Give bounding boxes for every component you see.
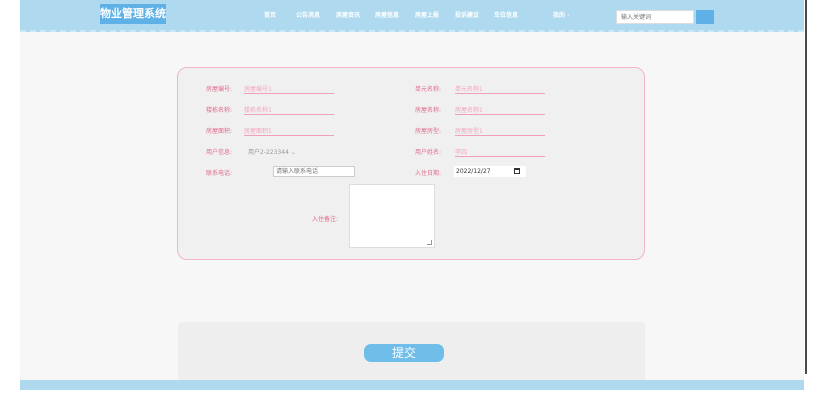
row-unit-name: 单元名称: 单元名称1 bbox=[415, 84, 545, 94]
top-nav: 物业管理系统 首页 公告消息 房屋资讯 房屋信息 房屋上报 投诉建议 车位信息 … bbox=[20, 0, 804, 32]
house-form-card: 房屋编号: 房屋编号1 单元名称: 单元名称1 楼栋名称: 楼栋名称1 房屋名称… bbox=[177, 67, 645, 260]
checkin-date-input[interactable]: 2022/12/27 bbox=[454, 166, 526, 177]
phone-label: 联系电话: bbox=[206, 170, 233, 177]
row-building: 楼栋名称: 楼栋名称1 bbox=[206, 105, 334, 115]
building-label: 楼栋名称: bbox=[206, 107, 233, 114]
row-phone: 联系电话: bbox=[206, 166, 355, 177]
user-name-label: 用户姓名: bbox=[415, 149, 442, 156]
submit-button[interactable]: 提交 bbox=[364, 344, 444, 362]
row-house-name: 房屋名称: 房屋名称1 bbox=[415, 105, 545, 115]
user-info-select[interactable]: 用户2-223344 ⌄ bbox=[248, 147, 318, 156]
nav-item-house-report[interactable]: 房屋上报 bbox=[415, 10, 439, 19]
resize-grip-icon[interactable] bbox=[427, 240, 432, 245]
brand-logo[interactable]: 物业管理系统 bbox=[100, 4, 166, 24]
search-button[interactable] bbox=[696, 10, 714, 24]
house-type-label: 房屋房型: bbox=[415, 128, 442, 135]
page-frame: 物业管理系统 首页 公告消息 房屋资讯 房屋信息 房屋上报 投诉建议 车位信息 … bbox=[20, 0, 804, 390]
phone-input[interactable] bbox=[273, 166, 355, 177]
calendar-icon[interactable] bbox=[514, 168, 520, 174]
house-type-field[interactable]: 房屋房型1 bbox=[455, 126, 545, 136]
row-user-info: 用户信息: 用户2-223344 ⌄ bbox=[206, 147, 296, 156]
unit-name-label: 单元名称: bbox=[415, 86, 442, 93]
scrollbar-thumb[interactable] bbox=[805, 0, 807, 374]
nav-item-my[interactable]: 我的 · bbox=[553, 10, 569, 19]
house-name-field[interactable]: 房屋名称1 bbox=[455, 105, 545, 115]
house-no-field[interactable]: 房屋编号1 bbox=[244, 84, 334, 94]
nav-item-house-news[interactable]: 房屋资讯 bbox=[336, 10, 360, 19]
nav-item-complaints[interactable]: 投诉建议 bbox=[455, 10, 479, 19]
unit-name-field[interactable]: 单元名称1 bbox=[455, 84, 545, 94]
area-label: 房屋面积: bbox=[206, 128, 233, 135]
scrollbar[interactable] bbox=[804, 0, 808, 380]
search-input[interactable] bbox=[616, 10, 694, 24]
user-info-label: 用户信息: bbox=[206, 149, 233, 156]
row-house-type: 房屋房型: 房屋房型1 bbox=[415, 126, 545, 136]
row-user-name: 用户姓名: 李四 bbox=[415, 147, 545, 157]
bottom-bar bbox=[20, 380, 804, 390]
nav-item-home[interactable]: 首页 bbox=[264, 10, 276, 19]
user-name-field[interactable]: 李四 bbox=[455, 147, 545, 157]
note-textarea[interactable] bbox=[349, 184, 435, 248]
nav-item-notices[interactable]: 公告消息 bbox=[296, 10, 320, 19]
nav-item-parking[interactable]: 车位信息 bbox=[494, 10, 518, 19]
note-label: 入住备注: bbox=[312, 216, 339, 223]
nav-item-house-info[interactable]: 房屋信息 bbox=[375, 10, 399, 19]
row-area: 房屋面积: 房屋面积1 bbox=[206, 126, 334, 136]
checkin-date-value: 2022/12/27 bbox=[456, 168, 491, 175]
checkin-label: 入住日期: bbox=[415, 170, 442, 177]
row-house-no: 房屋编号: 房屋编号1 bbox=[206, 84, 334, 94]
house-name-label: 房屋名称: bbox=[415, 107, 442, 114]
building-field[interactable]: 楼栋名称1 bbox=[244, 105, 334, 115]
area-field[interactable]: 房屋面积1 bbox=[244, 126, 334, 136]
house-no-label: 房屋编号: bbox=[206, 86, 233, 93]
